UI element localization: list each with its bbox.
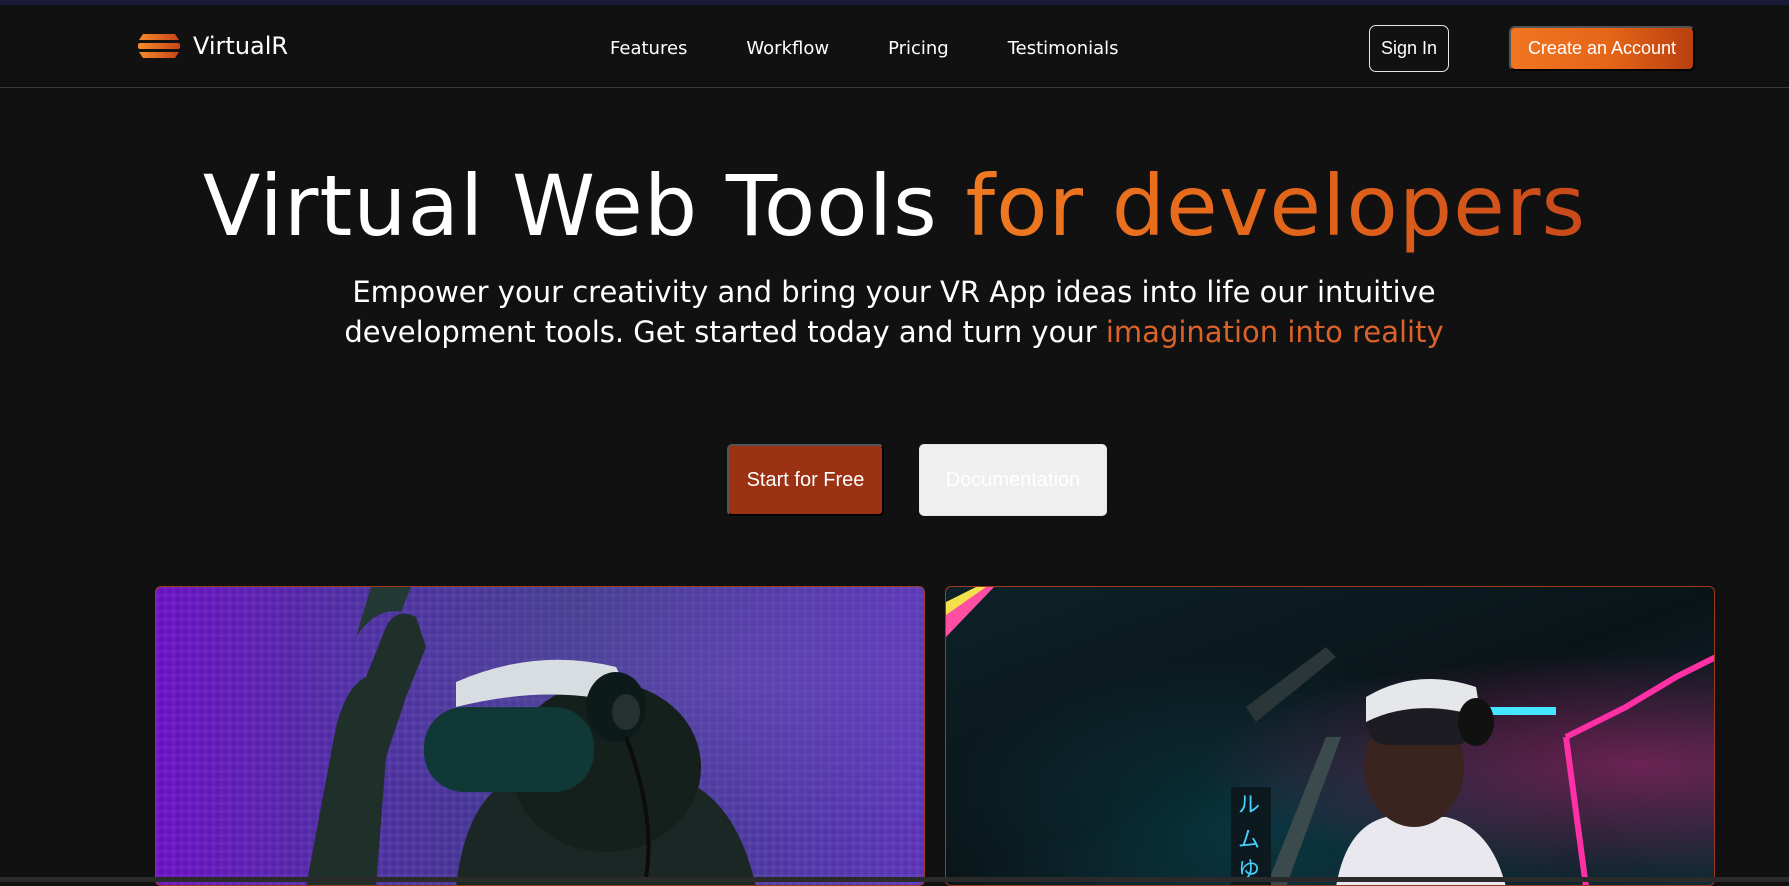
nav-link-testimonials[interactable]: Testimonials [1008, 38, 1119, 59]
hero-title-accent: for developers [965, 157, 1587, 255]
nav-link-features[interactable]: Features [610, 38, 687, 59]
hero-subtitle-accent: imagination into reality [1105, 315, 1444, 349]
vr-user-illustration-right: ル ム ゆ [946, 587, 1714, 885]
sign-in-button[interactable]: Sign In [1369, 25, 1449, 72]
hero-subtitle: Empower your creativity and bring your V… [344, 272, 1444, 352]
brand-name: VirtualR [193, 32, 289, 60]
svg-text:ル: ル [1238, 793, 1260, 818]
start-for-free-button[interactable]: Start for Free [727, 444, 884, 516]
hero-title-plain: Virtual Web Tools [202, 157, 966, 255]
stacked-bars-logo-icon [138, 34, 180, 58]
hero-title: Virtual Web Tools for developers [0, 156, 1789, 256]
svg-text:ム: ム [1238, 828, 1260, 853]
nav-links: Features Workflow Pricing Testimonials [610, 38, 1178, 59]
vr-headset-user-purple-image [155, 586, 925, 886]
navbar: VirtualR Features Workflow Pricing Testi… [0, 5, 1789, 88]
nav-link-pricing[interactable]: Pricing [888, 38, 949, 59]
vr-user-illustration-left [306, 587, 756, 885]
brand-logo[interactable]: VirtualR [137, 32, 288, 60]
create-account-button[interactable]: Create an Account [1509, 26, 1695, 71]
documentation-button[interactable]: Documentation [919, 444, 1107, 516]
vr-headset-user-neon-image: ル ム ゆ [945, 586, 1715, 886]
nav-link-workflow[interactable]: Workflow [746, 38, 829, 59]
window-bottom-border [0, 877, 1789, 882]
